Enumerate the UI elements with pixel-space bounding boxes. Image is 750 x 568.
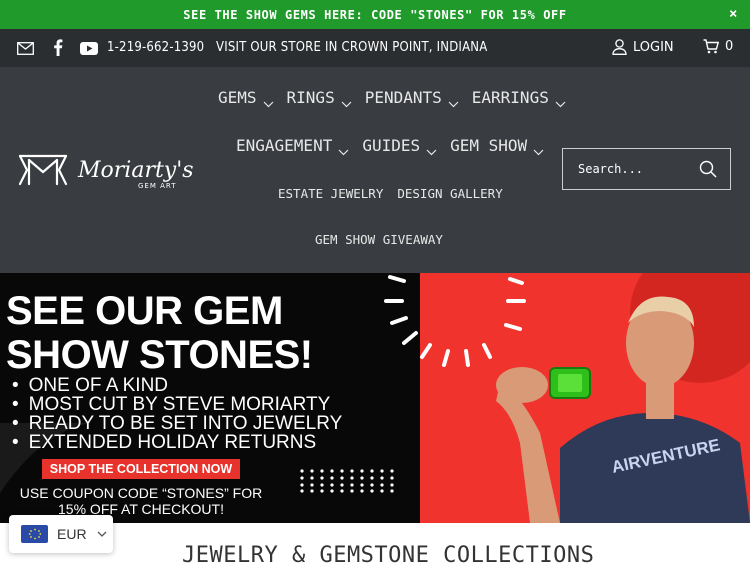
user-icon — [612, 39, 627, 55]
nav-gem-show-giveaway[interactable]: GEM SHOW GIVEAWAY — [315, 232, 443, 247]
chevron-down-icon — [555, 93, 566, 107]
logo-subtitle: GEM ART — [138, 182, 177, 190]
hero-bullet: MOST CUT BY STEVE MORIARTY — [12, 395, 342, 414]
nav-estate-jewelry[interactable]: ESTATE JEWELRY — [278, 186, 383, 201]
logo-wordmark: Moriarty's — [77, 158, 193, 183]
hero-headline-line1: SEE OUR GEM — [6, 289, 283, 333]
close-icon[interactable]: × — [729, 6, 738, 22]
eu-flag-icon — [21, 525, 48, 543]
search-icon[interactable] — [699, 160, 717, 183]
nav-pendants-label: PENDANTS — [364, 88, 442, 107]
dot-grid-decoration — [300, 469, 394, 493]
cart-count: 0 — [725, 39, 734, 54]
currency-code: EUR — [57, 526, 87, 542]
nav-rings[interactable]: RINGS — [286, 88, 352, 107]
nav-gems-label: GEMS — [218, 88, 257, 107]
login-label: LOGIN — [633, 39, 674, 55]
shop-collection-button[interactable]: SHOP THE COLLECTION NOW — [42, 459, 240, 479]
hero-headline: SEE OUR GEM SHOW STONES! — [6, 289, 313, 377]
nav-gems[interactable]: GEMS — [218, 88, 273, 107]
nav-pendants[interactable]: PENDANTS — [364, 88, 459, 107]
coupon-line1: USE COUPON CODE “STONES” FOR — [19, 485, 263, 501]
chevron-down-icon — [533, 141, 544, 155]
hero-bullets: ONE OF A KIND MOST CUT BY STEVE MORIARTY… — [12, 376, 343, 452]
hero-bullet: ONE OF A KIND — [12, 376, 342, 395]
chevron-down-icon — [338, 141, 349, 155]
hero-headline-line2: SHOW STONES! — [6, 333, 313, 377]
chevron-down-icon — [263, 93, 273, 107]
currency-selector[interactable]: EUR — [9, 515, 113, 553]
section-title: JEWELRY & GEMSTONE COLLECTIONS — [182, 543, 595, 568]
cart-link[interactable]: 0 — [703, 39, 733, 54]
chevron-down-icon — [97, 531, 107, 538]
nav-earrings-label: EARRINGS — [471, 88, 549, 107]
nav-rings-label: RINGS — [286, 88, 335, 107]
search-input[interactable] — [578, 162, 698, 176]
login-link[interactable]: LOGIN — [612, 39, 674, 55]
chevron-down-icon — [448, 93, 459, 107]
announcement-text[interactable]: SEE THE SHOW GEMS HERE: CODE "STONES" FO… — [183, 8, 566, 22]
chevron-down-icon — [426, 141, 437, 155]
store-link[interactable]: VISIT OUR STORE IN CROWN POINT, INDIANA — [216, 40, 487, 55]
phone-number[interactable]: 1-219-662-1390 — [107, 40, 204, 55]
announcement-bar: SEE THE SHOW GEMS HERE: CODE "STONES" FO… — [0, 0, 750, 29]
hero-bullet: EXTENDED HOLIDAY RETURNS — [12, 433, 342, 452]
nav-guides[interactable]: GUIDES — [362, 136, 437, 155]
search-box — [562, 148, 731, 190]
site-header: Moriarty's GEM ART GEMS RINGS PENDANTS E… — [0, 67, 750, 273]
nav-gem-show[interactable]: GEM SHOW — [450, 136, 544, 155]
chevron-down-icon — [341, 93, 352, 107]
cart-icon — [703, 39, 719, 54]
nav-row-3: ESTATE JEWELRY DESIGN GALLERY — [278, 186, 517, 201]
top-utility-bar: 1-219-662-1390 VISIT OUR STORE IN CROWN … — [0, 29, 750, 67]
nav-row-1: GEMS RINGS PENDANTS EARRINGS — [218, 88, 579, 107]
nav-engagement-label: ENGAGEMENT — [236, 136, 333, 155]
nav-row-2: ENGAGEMENT GUIDES GEM SHOW — [236, 136, 557, 155]
site-logo[interactable]: Moriarty's GEM ART — [18, 148, 194, 190]
nav-row-4: GEM SHOW GIVEAWAY — [315, 232, 457, 247]
mail-icon[interactable] — [16, 39, 34, 57]
nav-engagement[interactable]: ENGAGEMENT — [236, 136, 349, 155]
facebook-icon[interactable] — [49, 38, 67, 56]
nav-guides-label: GUIDES — [362, 136, 421, 155]
hero-bullet: READY TO BE SET INTO JEWELRY — [12, 414, 343, 433]
nav-gem-show-label: GEM SHOW — [450, 136, 528, 155]
nav-earrings[interactable]: EARRINGS — [471, 88, 566, 107]
coupon-text: USE COUPON CODE “STONES” FOR 15% OFF AT … — [0, 485, 282, 517]
youtube-icon[interactable] — [80, 39, 98, 57]
hero-banner[interactable]: AIRVENTURE SEE OUR GEM SHOW STONES! ONE … — [0, 273, 750, 523]
nav-design-gallery[interactable]: DESIGN GALLERY — [397, 186, 502, 201]
